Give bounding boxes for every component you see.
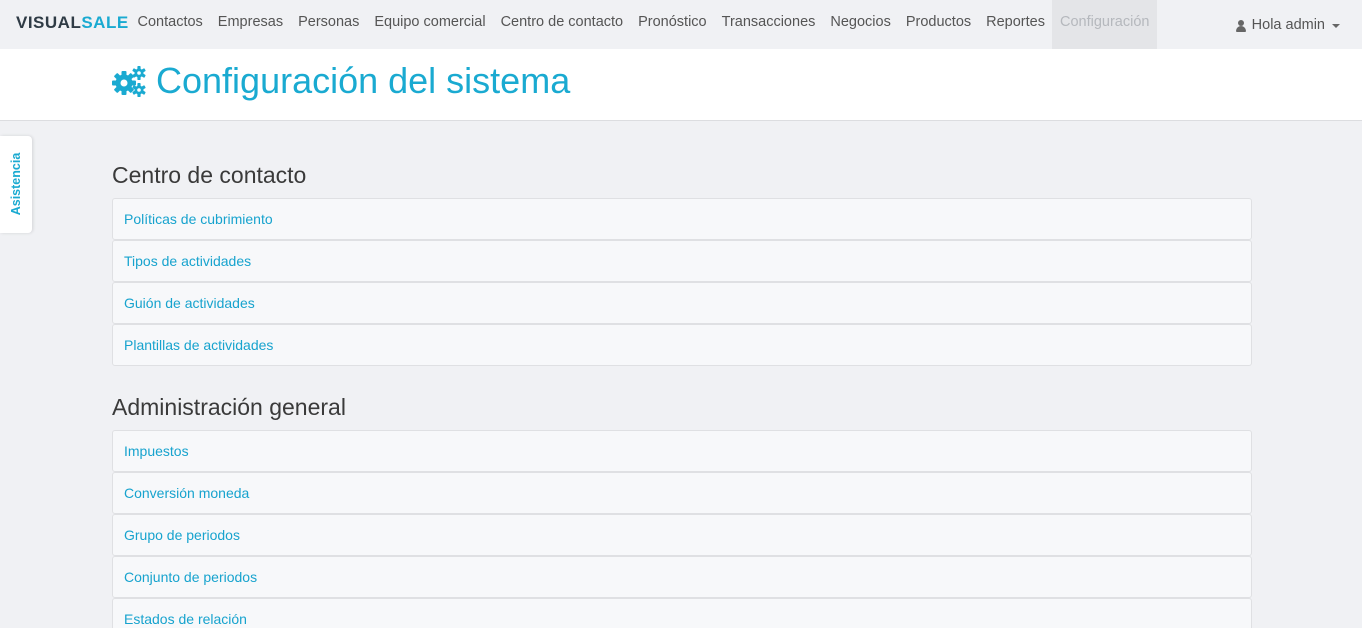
- top-navbar: VISUALSALE Contactos Empresas Personas E…: [0, 0, 1362, 49]
- user-menu[interactable]: Hola admin: [1235, 0, 1340, 49]
- nav-item-equipo-comercial[interactable]: Equipo comercial: [367, 0, 493, 49]
- page-title: Configuración del sistema: [112, 59, 570, 103]
- nav-item-transacciones[interactable]: Transacciones: [714, 0, 823, 49]
- page-title-text: Configuración del sistema: [156, 60, 571, 101]
- main-nav: Contactos Empresas Personas Equipo comer…: [130, 0, 1157, 49]
- caret-down-icon: [1332, 23, 1340, 28]
- list-item-impuestos[interactable]: Impuestos: [112, 430, 1252, 472]
- list-item-tipos-de-actividades[interactable]: Tipos de actividades: [112, 240, 1252, 282]
- brand-logo-part1: VISUAL: [16, 13, 82, 32]
- list-item-guion-de-actividades[interactable]: Guión de actividades: [112, 282, 1252, 324]
- section-list-administracion-general: Impuestos Conversión moneda Grupo de per…: [112, 430, 1252, 628]
- brand-logo-part2: SALE: [81, 13, 129, 32]
- list-item-plantillas-de-actividades[interactable]: Plantillas de actividades: [112, 324, 1252, 366]
- nav-item-pronostico[interactable]: Pronóstico: [631, 0, 715, 49]
- nav-item-negocios[interactable]: Negocios: [823, 0, 898, 49]
- nav-item-contactos[interactable]: Contactos: [130, 0, 210, 49]
- assistance-side-tab-label: Asistencia: [9, 152, 23, 216]
- nav-item-empresas[interactable]: Empresas: [210, 0, 290, 49]
- list-item-conversion-moneda[interactable]: Conversión moneda: [112, 472, 1252, 514]
- nav-item-productos[interactable]: Productos: [898, 0, 978, 49]
- section-list-centro-de-contacto: Políticas de cubrimiento Tipos de activi…: [112, 198, 1252, 366]
- nav-item-centro-de-contacto[interactable]: Centro de contacto: [493, 0, 631, 49]
- section-title-centro-de-contacto: Centro de contacto: [112, 162, 307, 188]
- list-item-conjunto-de-periodos[interactable]: Conjunto de periodos: [112, 556, 1252, 598]
- section-title-administracion-general: Administración general: [112, 394, 346, 420]
- brand-logo[interactable]: VISUALSALE: [16, 13, 129, 33]
- assistance-side-tab[interactable]: Asistencia: [0, 136, 32, 233]
- list-item-politicas-de-cubrimiento[interactable]: Políticas de cubrimiento: [112, 198, 1252, 240]
- list-item-estados-de-relacion[interactable]: Estados de relación: [112, 598, 1252, 628]
- page-header: Configuración del sistema: [0, 49, 1362, 121]
- nav-item-reportes[interactable]: Reportes: [979, 0, 1053, 49]
- user-menu-label: Hola admin: [1251, 16, 1325, 33]
- gears-icon: [112, 66, 146, 97]
- user-icon: [1235, 19, 1246, 32]
- list-item-grupo-de-periodos[interactable]: Grupo de periodos: [112, 514, 1252, 556]
- nav-item-personas[interactable]: Personas: [291, 0, 367, 49]
- nav-item-configuracion[interactable]: Configuración: [1052, 0, 1157, 49]
